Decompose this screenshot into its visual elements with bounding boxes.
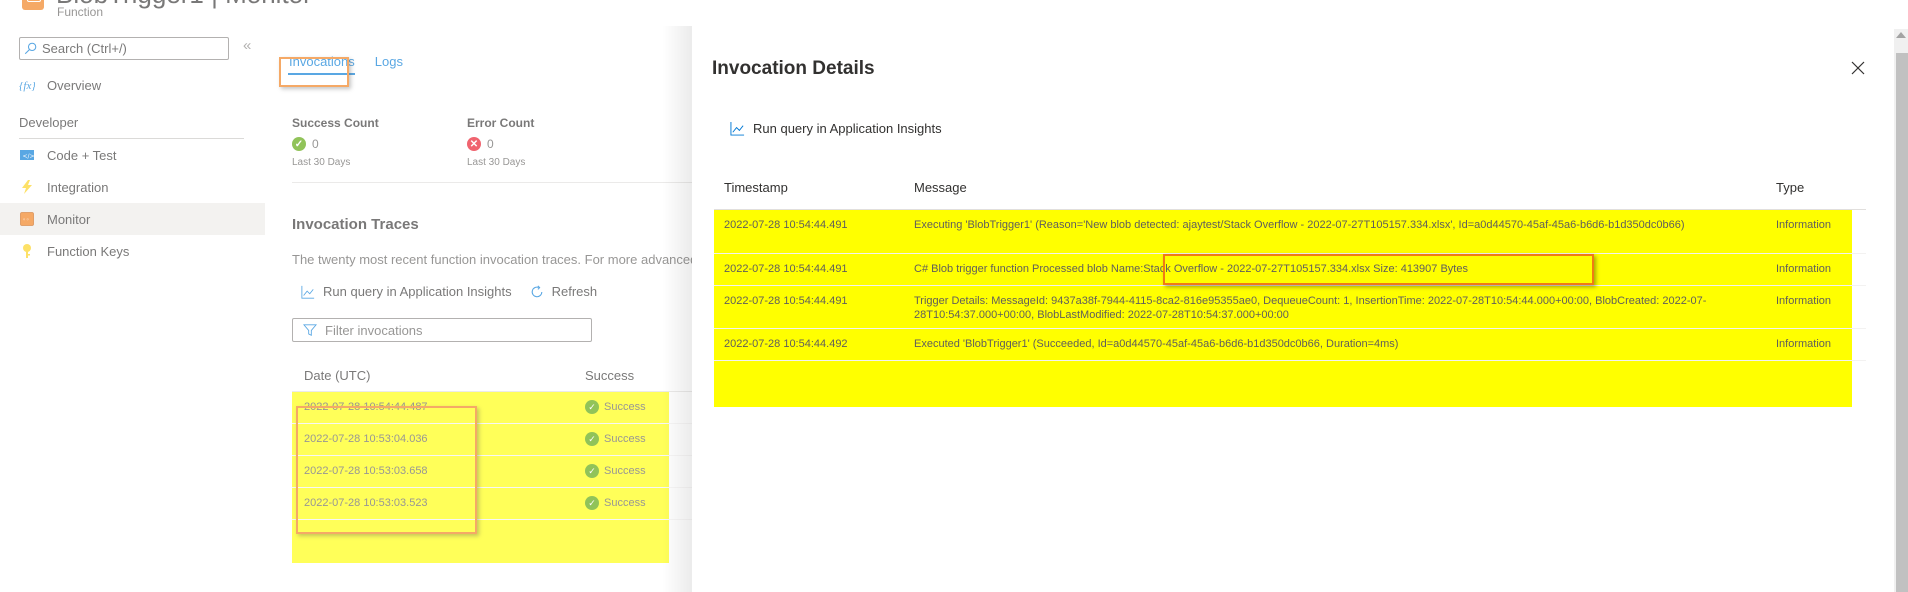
- table-row[interactable]: 2022-07-28 10:54:44.491 Executing 'BlobT…: [714, 210, 1866, 254]
- refresh-icon: [531, 285, 542, 297]
- stat-period: Last 30 Days: [467, 157, 526, 168]
- success-check-icon: ✓: [292, 137, 306, 151]
- run-query-button[interactable]: Run query in Application Insights: [301, 284, 512, 299]
- table-row[interactable]: 2022-07-28 10:54:44.491 C# Blob trigger …: [714, 254, 1866, 286]
- sidebar-item-function-keys[interactable]: Function Keys: [0, 235, 265, 267]
- stat-label: Success Count: [292, 116, 379, 130]
- column-header-timestamp[interactable]: Timestamp: [724, 180, 788, 195]
- panel-run-query-button[interactable]: Run query in Application Insights: [730, 121, 942, 136]
- table-header: Timestamp Message Type: [714, 176, 1866, 210]
- stat-value: 0: [487, 137, 494, 151]
- column-header-type[interactable]: Type: [1776, 180, 1804, 195]
- resource-menu: « {fx} Overview Developer </> Code + Tes…: [0, 26, 265, 592]
- success-check-icon: ✓: [585, 432, 599, 446]
- svg-text:{fx}: {fx}: [19, 80, 35, 92]
- filter-invocations-box[interactable]: [292, 318, 592, 342]
- monitor-icon: ◦◦: [19, 211, 35, 227]
- sidebar-item-overview[interactable]: {fx} Overview: [0, 69, 265, 101]
- error-count-stat: Error Count ✕ 0 Last 30 Days: [467, 116, 534, 168]
- success-check-icon: ✓: [585, 496, 599, 510]
- command-bar: Run query in Application Insights Refres…: [301, 284, 615, 299]
- menu-search-input[interactable]: [42, 41, 222, 56]
- code-icon: </>: [19, 147, 35, 163]
- sidebar-item-code-test[interactable]: </> Code + Test: [0, 139, 265, 171]
- scrollbar-thumb[interactable]: [1896, 53, 1908, 592]
- sidebar-item-label: Code + Test: [47, 147, 117, 163]
- scroll-up-arrow-icon[interactable]: [1896, 32, 1906, 38]
- chart-line-icon: [301, 285, 315, 299]
- blade-header: BlobTrigger1 | Monitor Function: [0, 0, 690, 26]
- success-check-icon: ✓: [585, 464, 599, 478]
- section-title: Invocation Traces: [292, 216, 419, 233]
- success-count-stat: Success Count ✓ 0 Last 30 Days: [292, 116, 379, 168]
- stat-label: Error Count: [467, 116, 535, 130]
- column-header-success[interactable]: Success: [585, 368, 634, 383]
- page-subtitle: Function: [57, 5, 104, 19]
- section-divider: [292, 182, 692, 183]
- close-icon: [1851, 61, 1865, 75]
- sidebar-item-label: Monitor: [47, 211, 91, 227]
- sidebar-item-label: Overview: [47, 77, 102, 93]
- filter-icon: [303, 324, 317, 336]
- refresh-button[interactable]: Refresh: [530, 284, 597, 299]
- function-icon: {fx}: [19, 77, 35, 93]
- invocation-row[interactable]: 2022-07-28 10:53:03.658 ✓ Success: [292, 456, 692, 488]
- sidebar-item-label: Integration: [47, 179, 109, 195]
- table-row[interactable]: 2022-07-28 10:54:44.491 Trigger Details:…: [714, 286, 1866, 329]
- sidebar-item-integration[interactable]: Integration: [0, 171, 265, 203]
- key-icon: [19, 243, 35, 259]
- section-description: The twenty most recent function invocati…: [292, 252, 692, 267]
- function-app-icon: [22, 0, 44, 10]
- monitor-content: Invocations Logs Success Count ✓ 0 Last …: [265, 26, 692, 592]
- sidebar-item-label: Function Keys: [47, 243, 130, 259]
- menu-search-box[interactable]: [19, 37, 229, 60]
- tab-logs[interactable]: Logs: [367, 48, 411, 77]
- column-header-date[interactable]: Date (UTC): [304, 368, 370, 383]
- table-row[interactable]: 2022-07-28 10:54:44.492 Executed 'BlobTr…: [714, 329, 1866, 361]
- lightning-icon: [19, 179, 35, 195]
- invocation-details-panel: Invocation Details Run query in Applicat…: [692, 26, 1894, 592]
- stat-value: 0: [312, 137, 319, 151]
- invocation-details-table: Timestamp Message Type 2022-07-28 10:54:…: [714, 176, 1866, 407]
- menu-group-developer: Developer: [19, 115, 79, 130]
- svg-text:◦◦: ◦◦: [23, 217, 30, 224]
- close-panel-button[interactable]: [1850, 60, 1866, 76]
- column-header-message[interactable]: Message: [914, 180, 967, 195]
- collapse-menu-button[interactable]: «: [243, 37, 251, 54]
- chart-line-icon: [730, 121, 745, 136]
- search-icon: [24, 42, 37, 55]
- svg-text:</>: </>: [23, 153, 35, 160]
- invocation-row[interactable]: 2022-07-28 10:53:03.523 ✓ Success: [292, 488, 692, 520]
- sidebar-item-monitor[interactable]: ◦◦ Monitor: [0, 203, 265, 235]
- success-check-icon: ✓: [585, 400, 599, 414]
- panel-title: Invocation Details: [712, 58, 875, 79]
- error-x-icon: ✕: [467, 137, 481, 151]
- invocation-row[interactable]: 2022-07-28 10:53:04.036 ✓ Success: [292, 424, 692, 456]
- invocation-row[interactable]: 2022-07-28 10:54:44.487 ✓ Success: [292, 392, 692, 424]
- tab-bar: Invocations Logs: [281, 48, 415, 77]
- filter-invocations-input[interactable]: [325, 322, 585, 338]
- stat-period: Last 30 Days: [292, 157, 351, 168]
- tab-invocations[interactable]: Invocations: [281, 48, 363, 77]
- page-scrollbar[interactable]: [1894, 29, 1908, 592]
